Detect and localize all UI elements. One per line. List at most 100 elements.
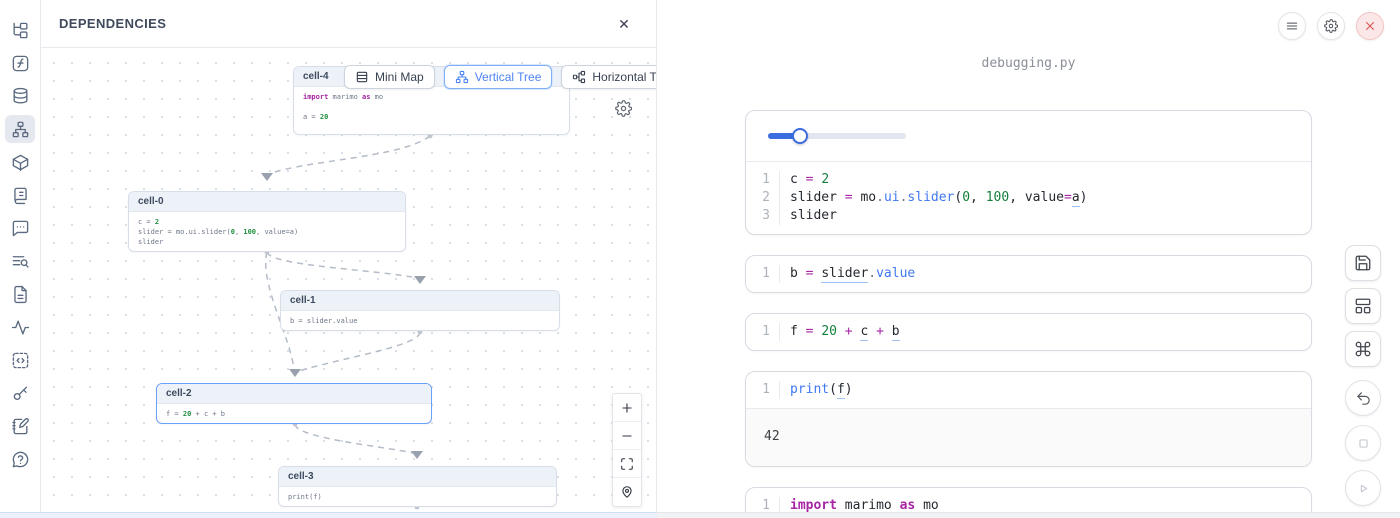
code-editor[interactable]: 1print(f) — [746, 372, 1311, 408]
sidebar-item-chat[interactable] — [5, 214, 35, 242]
dependencies-panel: DEPENDENCIES ✕ — [41, 0, 657, 512]
code-line: c = 2 — [138, 217, 396, 227]
code-line: slider = mo.ui.slider(0, 100, value=a) — [790, 189, 1087, 207]
sidebar-item-file-explorer[interactable] — [5, 16, 35, 44]
window-controls — [1278, 12, 1384, 40]
code-line: f = 20 + c + b — [790, 323, 900, 341]
code-editor[interactable]: 1b = slider.value — [746, 256, 1311, 292]
scroll-icon — [11, 186, 30, 205]
menu-button[interactable] — [1278, 12, 1306, 40]
panel-bottom-edge — [0, 512, 657, 518]
gear-icon[interactable] — [615, 100, 632, 117]
notebook-area: debugging.py 123c = 2slider = mo.ui.slid… — [657, 0, 1400, 518]
graph-node-code: f = 20 + c + b — [157, 404, 431, 423]
fit-view-button[interactable] — [613, 450, 641, 478]
code-line: print(f) — [790, 381, 853, 399]
notebook-filename: debugging.py — [745, 56, 1312, 71]
graph-settings-gear-icon[interactable] — [615, 100, 632, 122]
list-search-icon — [11, 252, 30, 271]
marimo-app: DEPENDENCIES ✕ — [0, 0, 1400, 518]
stop-icon — [1355, 435, 1372, 452]
graph-node-cell-3[interactable]: cell-3print(f) — [278, 466, 557, 507]
close-icon — [1363, 19, 1377, 33]
view-button-vertical-tree[interactable]: Vertical Tree — [444, 65, 553, 89]
slider-widget[interactable] — [768, 128, 906, 144]
view-button-label: Horizontal Tree — [592, 70, 656, 84]
gear-icon — [1324, 19, 1338, 33]
graph-node-code: import marimo as mo a = 20 — [294, 87, 569, 126]
notebook-cell-cell-3: 1print(f)42 — [745, 371, 1312, 467]
notebook-cell-cell-0: 123c = 2slider = mo.ui.slider(0, 100, va… — [745, 110, 1312, 235]
graph-node-code: c = 2slider = mo.ui.slider(0, 100, value… — [129, 212, 405, 251]
graph-node-cell-0[interactable]: cell-0c = 2slider = mo.ui.slider(0, 100,… — [128, 191, 406, 252]
sidebar-item-snippets[interactable] — [5, 346, 35, 374]
undo-button[interactable] — [1345, 380, 1381, 416]
notebook-cell-cell-1: 1b = slider.value — [745, 255, 1312, 293]
sidebar-item-logs[interactable] — [5, 247, 35, 275]
keyboard-shortcuts-button[interactable] — [1345, 331, 1381, 367]
code-editor[interactable]: 123c = 2slider = mo.ui.slider(0, 100, va… — [746, 162, 1311, 234]
sidebar-item-documentation[interactable] — [5, 181, 35, 209]
activity-icon — [11, 318, 30, 337]
layout-panel-icon — [1354, 297, 1372, 315]
database-icon — [11, 87, 30, 106]
code-lines: b = slider.value — [780, 265, 915, 283]
dependencies-panel-header: DEPENDENCIES ✕ — [41, 0, 656, 48]
code-line: slider — [790, 207, 1087, 225]
save-button[interactable] — [1345, 245, 1381, 281]
sidebar-item-dependencies[interactable] — [5, 115, 35, 143]
slider-thumb[interactable] — [792, 128, 808, 144]
dependency-graph-canvas[interactable]: cell-4import marimo as mo a = 20cell-0c … — [41, 48, 656, 512]
notebook-cell-cell-2: 1 f = 20 + c + b — [745, 313, 1312, 351]
graph-node-code: print(f) — [279, 487, 556, 506]
line-number-gutter: 1 — [746, 323, 780, 341]
function-icon — [11, 54, 30, 73]
zoom-out-button[interactable] — [613, 422, 641, 450]
line-number-gutter: 1 — [746, 265, 780, 283]
view-button-label: Mini Map — [375, 70, 424, 84]
sidebar-item-scratchpad[interactable] — [5, 412, 35, 440]
code-editor[interactable]: 1 f = 20 + c + b — [746, 314, 1311, 350]
view-button-mini-map[interactable]: Mini Map — [344, 65, 435, 89]
run-controls — [1345, 380, 1381, 506]
code-lines: c = 2slider = mo.ui.slider(0, 100, value… — [780, 171, 1087, 225]
graph-node-cell-1[interactable]: cell-1b = slider.value — [280, 290, 560, 331]
code-line — [303, 102, 560, 112]
close-panel-button[interactable]: ✕ — [614, 14, 634, 34]
plus-icon — [620, 401, 634, 415]
run-button[interactable] — [1345, 470, 1381, 506]
shutdown-button[interactable] — [1356, 12, 1384, 40]
sidebar-item-packages[interactable] — [5, 148, 35, 176]
play-icon — [1355, 480, 1372, 497]
key-icon — [11, 384, 30, 403]
zoom-in-button[interactable] — [613, 394, 641, 422]
help-bubble-icon — [11, 450, 30, 469]
cell-output — [746, 111, 1311, 162]
code-line: c = 2 — [790, 171, 1087, 189]
settings-button[interactable] — [1317, 12, 1345, 40]
notebook-bottom-edge — [657, 512, 1400, 518]
code-lines: print(f) — [780, 381, 853, 399]
layout-button[interactable] — [1345, 288, 1381, 324]
graph-node-label: cell-0 — [129, 192, 405, 212]
dependency-graph-icon — [11, 120, 30, 139]
sidebar-item-variables[interactable] — [5, 49, 35, 77]
center-view-button[interactable] — [613, 478, 641, 506]
stop-button[interactable] — [1345, 425, 1381, 461]
graph-view-toolbar: Mini Map Vertical Tree Horizontal Tree — [344, 65, 656, 89]
line-number-gutter: 123 — [746, 171, 780, 225]
sidebar-item-outline[interactable] — [5, 280, 35, 308]
sidebar-item-secrets[interactable] — [5, 379, 35, 407]
code-line: print(f) — [288, 492, 547, 502]
code-line: slider = mo.ui.slider(0, 100, value=a) — [138, 227, 396, 237]
graph-node-code: b = slider.value — [281, 311, 559, 330]
package-icon — [11, 153, 30, 172]
sidebar-item-datasources[interactable] — [5, 82, 35, 110]
sidebar-item-help[interactable] — [5, 445, 35, 473]
sidebar-item-tracing[interactable] — [5, 313, 35, 341]
file-text-icon — [11, 285, 30, 304]
view-button-horizontal-tree[interactable]: Horizontal Tree — [561, 65, 656, 89]
folder-tree-icon — [11, 21, 30, 40]
vertical-tree-icon — [455, 70, 469, 84]
graph-node-cell-2[interactable]: cell-2f = 20 + c + b — [156, 383, 432, 424]
